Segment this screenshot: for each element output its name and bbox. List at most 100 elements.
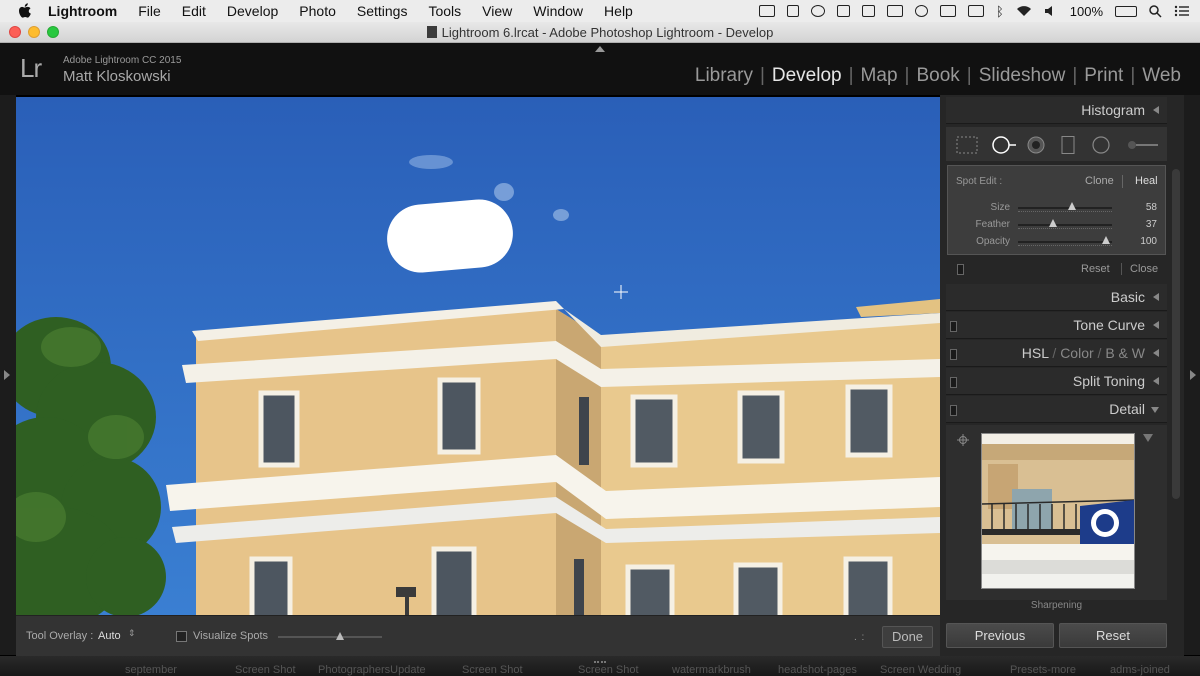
menu-file[interactable]: File <box>138 3 161 19</box>
volume-icon[interactable] <box>1044 5 1058 17</box>
apple-icon[interactable] <box>18 3 32 19</box>
dock-item[interactable]: watermarkbrush <box>672 664 751 676</box>
menu-develop[interactable]: Develop <box>227 3 278 19</box>
panel-header-tone-curve[interactable]: Tone Curve <box>946 312 1167 339</box>
top-panel-toggle-icon[interactable] <box>595 46 605 52</box>
spot-close-button[interactable]: Close <box>1130 263 1158 275</box>
battery-icon[interactable] <box>1115 5 1137 17</box>
graduated-filter-icon[interactable] <box>1060 136 1076 154</box>
adjustment-brush-icon[interactable] <box>1124 136 1160 154</box>
module-slideshow[interactable]: Slideshow <box>972 65 1073 87</box>
dock-item[interactable]: Screen Wedding <box>880 664 961 676</box>
slider-thumb[interactable] <box>336 632 345 640</box>
creative-cloud-icon[interactable] <box>810 5 825 17</box>
evernote-icon[interactable] <box>786 5 799 17</box>
module-develop[interactable]: Develop <box>765 65 849 87</box>
select-arrows-icon[interactable]: ⇕ <box>128 628 136 639</box>
dropbox-icon[interactable] <box>836 5 850 17</box>
detail-preview[interactable] <box>981 433 1135 589</box>
menu-app-name[interactable]: Lightroom <box>48 3 117 19</box>
feather-slider-thumb[interactable] <box>1048 219 1057 227</box>
target-adjustment-icon[interactable] <box>957 434 969 446</box>
left-panel-toggle-icon[interactable] <box>4 370 10 380</box>
wifi-icon[interactable] <box>1016 5 1032 17</box>
color-tab[interactable]: Color <box>1060 345 1093 361</box>
clone-mode-button[interactable]: Clone <box>1085 175 1114 187</box>
bluetooth-icon[interactable]: ᛒ <box>996 4 1004 19</box>
menu-window[interactable]: Window <box>533 3 583 19</box>
module-web[interactable]: Web <box>1135 65 1188 87</box>
menu-help[interactable]: Help <box>604 3 633 19</box>
menu-settings[interactable]: Settings <box>357 3 408 19</box>
right-panel-toggle-icon[interactable] <box>1190 370 1196 380</box>
panel-header-histogram[interactable]: Histogram <box>946 97 1167 124</box>
menu-photo[interactable]: Photo <box>299 3 336 19</box>
dock-item[interactable]: headshot-pages <box>778 664 857 676</box>
module-picker: Library | Develop | Map | Book | Slideshow | … <box>688 65 1188 87</box>
menu-edit[interactable]: Edit <box>182 3 206 19</box>
spotlight-search-icon[interactable] <box>1149 4 1162 18</box>
keyboard-icon[interactable] <box>967 5 984 17</box>
dock-item[interactable]: PhotographersUpdate <box>318 664 426 676</box>
dock-item[interactable]: Screen Shot <box>235 664 296 676</box>
drive-icon[interactable] <box>861 5 875 17</box>
user-name: Matt Kloskowski <box>63 68 171 85</box>
notification-center-icon[interactable] <box>1174 5 1190 17</box>
visualize-spots-checkbox[interactable] <box>176 631 187 642</box>
airplay-icon[interactable] <box>939 5 956 17</box>
dock-item[interactable]: Screen Shot <box>578 664 639 676</box>
bw-tab[interactable]: B & W <box>1105 345 1145 361</box>
messages-icon[interactable] <box>914 5 928 17</box>
reset-button[interactable]: Reset <box>1059 623 1167 648</box>
right-panel-edge[interactable] <box>1184 95 1200 655</box>
panel-header-split-toning[interactable]: Split Toning <box>946 368 1167 395</box>
done-button[interactable]: Done <box>882 626 933 648</box>
opacity-value[interactable]: 100 <box>1140 236 1157 247</box>
time-machine-icon[interactable] <box>886 5 903 17</box>
panel-switch-icon[interactable] <box>950 377 957 388</box>
building-photo <box>16 97 940 615</box>
radial-filter-icon[interactable] <box>1090 136 1112 154</box>
panel-header-detail[interactable]: Detail <box>946 396 1167 423</box>
tool-overlay-select[interactable]: Auto <box>98 630 121 642</box>
camera-icon[interactable] <box>758 5 775 17</box>
previous-button[interactable]: Previous <box>946 623 1054 648</box>
panel-switch-icon[interactable] <box>950 321 957 332</box>
opacity-slider-thumb[interactable] <box>1102 236 1111 244</box>
slider-ticks <box>1018 228 1112 231</box>
size-slider-thumb[interactable] <box>1067 202 1076 210</box>
heal-mode-button[interactable]: Heal <box>1135 175 1158 187</box>
bottom-panel-toggle-icon[interactable] <box>594 661 606 667</box>
spot-reset-button[interactable]: Reset <box>1081 263 1110 275</box>
photo-canvas[interactable] <box>16 97 940 615</box>
module-book[interactable]: Book <box>909 65 966 87</box>
red-eye-icon[interactable] <box>1026 136 1046 154</box>
opacity-slider[interactable] <box>1018 236 1112 244</box>
dock-item[interactable]: adms-joined <box>1110 664 1170 676</box>
left-panel-edge[interactable] <box>0 95 16 655</box>
panel-switch-icon[interactable] <box>950 405 957 416</box>
right-panel-scrollbar[interactable] <box>1172 169 1180 499</box>
menu-tools[interactable]: Tools <box>428 3 461 19</box>
feather-slider[interactable] <box>1018 219 1112 227</box>
menu-view[interactable]: View <box>482 3 512 19</box>
visualize-threshold-slider[interactable] <box>278 632 382 640</box>
feather-value[interactable]: 37 <box>1146 219 1157 230</box>
panel-header-hsl[interactable]: HSL / Color / B & W <box>946 340 1167 367</box>
panel-header-basic[interactable]: Basic <box>946 284 1167 311</box>
panel-switch-icon[interactable] <box>957 264 964 275</box>
spot-removal-icon[interactable] <box>990 136 1018 154</box>
crop-overlay-icon[interactable] <box>956 136 978 154</box>
size-slider[interactable] <box>1018 202 1112 210</box>
detail-warning-triangle-icon[interactable] <box>1143 434 1153 442</box>
dock-item[interactable]: september <box>125 664 177 676</box>
dock-item[interactable]: Presets-more <box>1010 664 1076 676</box>
module-print[interactable]: Print <box>1077 65 1130 87</box>
hsl-tab[interactable]: HSL <box>1022 345 1049 361</box>
module-library[interactable]: Library <box>688 65 760 87</box>
dock-item[interactable]: Screen Shot <box>462 664 523 676</box>
resize-handle-icon[interactable]: . : <box>854 632 865 643</box>
size-value[interactable]: 58 <box>1146 202 1157 213</box>
panel-switch-icon[interactable] <box>950 349 957 360</box>
module-map[interactable]: Map <box>854 65 905 87</box>
